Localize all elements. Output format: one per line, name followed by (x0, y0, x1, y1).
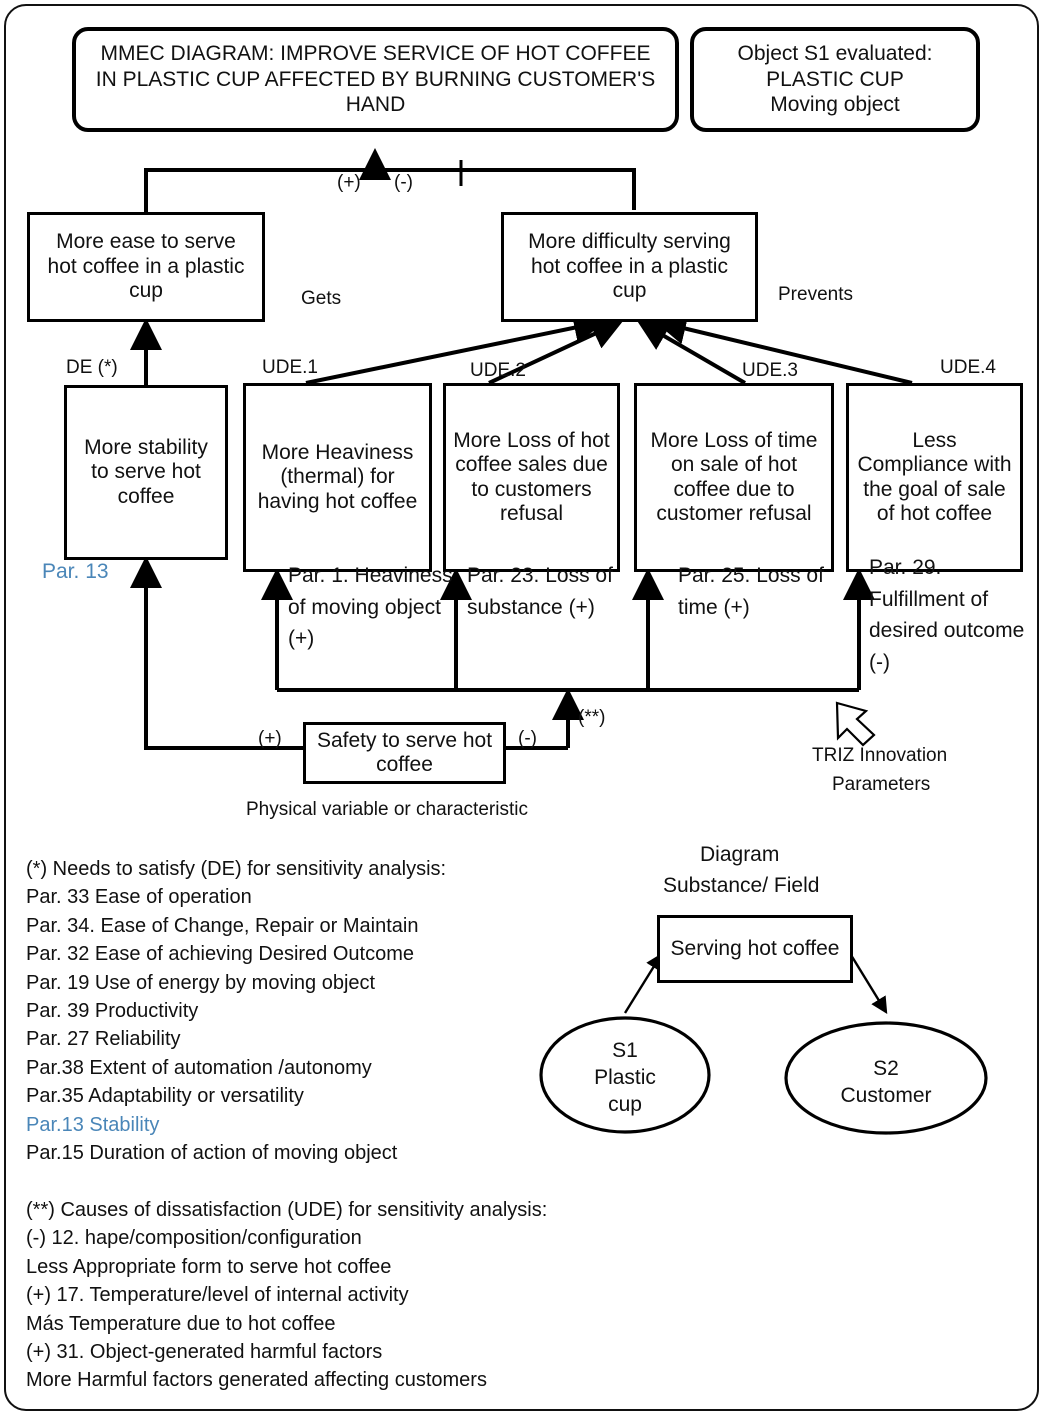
safety-box-text: Safety to serve hot coffee (316, 728, 493, 776)
parameter-heaviness: Par. 1. Heaviness of moving object (+) (288, 564, 453, 650)
diagram-title-box: MMEC DIAGRAM: IMPROVE SERVICE OF HOT COF… (72, 27, 679, 132)
effect-box-less-compliance-text: Less Compliance with the goal of sale of… (857, 428, 1012, 525)
de-needs-item: Par.38 Extent of automation /autonomy (26, 1056, 372, 1079)
effect-box-loss-of-sales: More Loss of hot coffee sales due to cus… (443, 383, 620, 572)
tag-ude1: UDE.1 (262, 357, 318, 378)
de-needs-item: Par. 33 Ease of operation (26, 886, 252, 909)
tag-ude4: UDE.4 (940, 357, 996, 378)
sufield-s1-line2: Plastic (594, 1065, 656, 1089)
object-evaluated-box: Object S1 evaluated: PLASTIC CUP Moving … (690, 27, 980, 132)
sufield-s1-label: S1 Plastic cup (545, 1038, 705, 1119)
ude-causes-list: (**) Causes of dissatisfaction (UDE) for… (26, 1196, 646, 1395)
ude-causes-item: More Harmful factors generated affecting… (26, 1369, 487, 1392)
tag-de: DE (*) (66, 357, 118, 378)
ude-causes-heading: (**) Causes of dissatisfaction (UDE) for… (26, 1199, 548, 1221)
object-evaluated-line2: PLASTIC CUP (766, 67, 904, 91)
sufield-s2-line1: S2 (873, 1057, 899, 1080)
de-needs-item-highlighted: Par.13 Stability (26, 1113, 160, 1136)
diagram-title-text: MMEC DIAGRAM: IMPROVE SERVICE OF HOT COF… (95, 42, 656, 117)
sufield-field-box-text: Serving hot coffee (670, 936, 840, 960)
effect-box-heaviness-text: More Heaviness (thermal) for having hot … (257, 440, 418, 513)
effect-box-less-compliance: Less Compliance with the goal of sale of… (846, 383, 1023, 572)
de-needs-item: Par. 34. Ease of Change, Repair or Maint… (26, 914, 419, 937)
sufield-title-line1: Diagram (700, 843, 780, 866)
triz-caption-line2: Parameters (832, 774, 931, 795)
tag-ude3: UDE.3 (742, 360, 798, 381)
de-needs-list: (*) Needs to satisfy (DE) for sensitivit… (26, 855, 546, 1167)
ude-causes-item: Less Appropriate form to serve hot coffe… (26, 1255, 392, 1278)
object-evaluated-line1: Object S1 evaluated: (737, 42, 933, 66)
object-evaluated-line3: Moving object (770, 93, 900, 117)
de-needs-item: Par. 19 Use of energy by moving object (26, 971, 376, 994)
safety-plus-sign: (+) (258, 728, 282, 749)
de-needs-item: Par. 39 Productivity (26, 999, 199, 1022)
parameter-compliance: Par. 29. Fulfillment of desired outcome … (869, 556, 1025, 674)
ude-root-box: More difficulty serving hot coffee in a … (501, 212, 758, 322)
parameter-time: Par. 25. Loss of time (+) (678, 564, 824, 619)
de-needs-item: Par.15 Duration of action of moving obje… (26, 1141, 398, 1164)
de-needs-item: Par. 32 Ease of achieving Desired Outcom… (26, 943, 414, 966)
ude-note-marker: (**) (578, 707, 606, 728)
effect-box-stability: More stability to serve hot coffee (64, 385, 228, 560)
safety-minus-sign: (-) (518, 728, 537, 749)
ude-causes-item: (+) 31. Object-generated harmful factors (26, 1340, 383, 1363)
ude-root-box-text: More difficulty serving hot coffee in a … (528, 230, 731, 303)
polarity-minus-label: (-) (394, 172, 413, 193)
gets-label: Gets (301, 288, 342, 309)
effect-box-loss-of-time: More Loss of time on sale of hot coffee … (634, 383, 834, 572)
sufield-title-line2: Substance/ Field (663, 874, 820, 897)
ude-causes-item: (+) 17. Temperature/level of internal ac… (26, 1284, 409, 1307)
sufield-s2-line2: Customer (840, 1083, 932, 1107)
de-box-text: More ease to serve hot coffee in a plast… (47, 230, 245, 303)
effect-box-heaviness: More Heaviness (thermal) for having hot … (243, 383, 432, 572)
effect-box-loss-of-sales-text: More Loss of hot coffee sales due to cus… (453, 428, 610, 525)
prevents-label: Prevents (778, 284, 853, 305)
sufield-field-box: Serving hot coffee (657, 915, 853, 983)
sufield-s1-line1: S1 (612, 1039, 638, 1062)
safety-box: Safety to serve hot coffee (303, 722, 506, 784)
de-needs-item: Par. 27 Reliability (26, 1028, 181, 1051)
de-needs-heading: (*) Needs to satisfy (DE) for sensitivit… (26, 858, 447, 880)
effect-box-loss-of-time-text: More Loss of time on sale of hot coffee … (650, 428, 818, 525)
sufield-s1-line3: cup (608, 1092, 642, 1116)
tag-ude2: UDE.2 (470, 360, 526, 381)
triz-caption-line1: TRIZ Innovation (812, 745, 948, 766)
de-needs-item: Par.35 Adaptability or versatility (26, 1085, 304, 1108)
de-box: More ease to serve hot coffee in a plast… (27, 212, 265, 322)
parameter-sales: Par. 23. Loss of substance (+) (467, 564, 613, 619)
parameter-stability: Par. 13 (42, 560, 109, 583)
sufield-s2-label: S2 Customer (786, 1056, 986, 1110)
effect-box-stability-text: More stability to serve hot coffee (84, 435, 208, 508)
physical-variable-caption: Physical variable or characteristic (246, 799, 528, 820)
polarity-plus-label: (+) (337, 172, 361, 193)
ude-causes-item: (-) 12. hape/composition/configuration (26, 1227, 362, 1250)
ude-causes-item: Más Temperature due to hot coffee (26, 1312, 336, 1335)
